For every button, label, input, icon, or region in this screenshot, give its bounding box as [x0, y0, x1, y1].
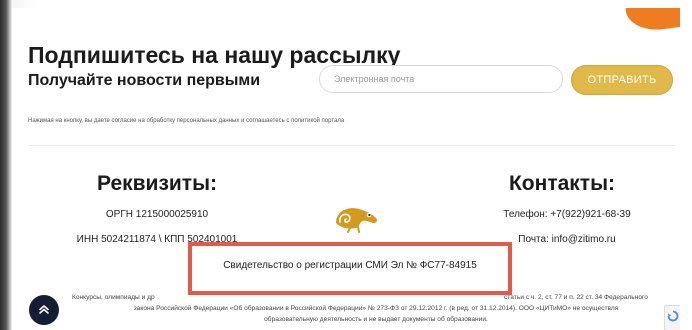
requisites-title: Реквизиты:: [96, 172, 218, 195]
recaptcha-icon: [667, 309, 679, 327]
highlight-annotation-box: [188, 242, 512, 295]
chameleon-logo: [332, 201, 382, 233]
contacts-title: Контакты:: [508, 172, 615, 195]
email-input[interactable]: [319, 65, 563, 93]
footer-line-2: закона Российской Федерации «Об образова…: [133, 305, 619, 312]
double-chevron-up-icon: [38, 303, 50, 318]
page: Подпишитесь на нашу рассылку Получайте н…: [12, 8, 680, 330]
corner-accent-shape: [623, 8, 680, 34]
consent-text: Нажимая на кнопку, вы даете согласие на …: [28, 118, 345, 124]
footer-line-1-right: статьи с ч. 2, ст. 77 и п. 22 ст. 34 Фед…: [504, 294, 648, 301]
footer-line-1-left: Конкурсы, олимпиады и др: [72, 294, 155, 301]
section-divider: [28, 145, 676, 146]
scroll-top-button[interactable]: [29, 295, 59, 325]
requisites-ogrn: ОРГН 1215000025910: [105, 209, 209, 220]
recaptcha-badge[interactable]: [664, 305, 680, 330]
submit-button[interactable]: ОТПРАВИТЬ: [571, 65, 673, 95]
subscribe-subtitle: Получайте новости первыми: [28, 72, 261, 89]
contact-phone[interactable]: Телефон: +7(922)921-68-39: [472, 209, 662, 220]
footer-line-3: образовательную деятельность и не выдает…: [264, 316, 488, 323]
